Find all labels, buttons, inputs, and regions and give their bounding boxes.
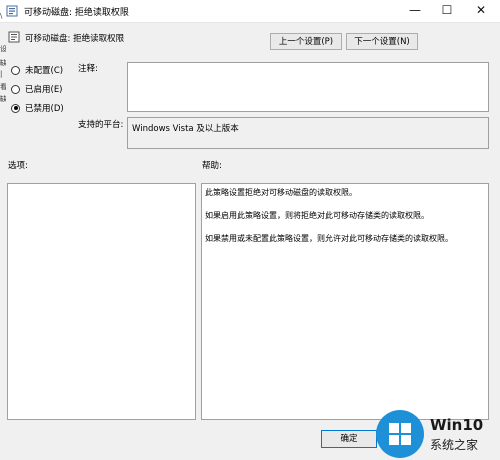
edge-glyph: \	[0, 12, 3, 20]
help-paragraph: 如果启用此策略设置，则将拒绝对此可移动存储类的读取权限。	[205, 211, 429, 220]
comment-textarea[interactable]	[127, 62, 489, 112]
help-label: 帮助:	[202, 161, 222, 171]
radio-label: 已禁用(D)	[25, 104, 64, 114]
radio-disabled[interactable]: 已禁用(D)	[11, 101, 64, 115]
watermark-subtitle: 系统之家	[430, 438, 479, 452]
maximize-button[interactable]: ☐	[430, 0, 464, 22]
edge-glyph: 看	[0, 83, 6, 91]
win10-watermark: Win10 系统之家	[372, 408, 500, 460]
prev-setting-button[interactable]: 上一个设置(P)	[270, 33, 342, 50]
watermark-brand: Win10	[430, 416, 484, 434]
radio-label: 未配置(C)	[25, 66, 64, 76]
help-paragraph: 此策略设置拒绝对可移动磁盘的读取权限。	[205, 188, 357, 197]
next-setting-button[interactable]: 下一个设置(N)	[346, 33, 418, 50]
edge-glyph: 设	[0, 45, 6, 53]
options-panel	[7, 183, 196, 420]
platform-label: 支持的平台:	[78, 120, 124, 130]
radio-circle[interactable]	[11, 65, 20, 75]
policy-name: 可移动磁盘: 拒绝读取权限	[25, 34, 125, 44]
comment-label: 注释:	[78, 64, 98, 74]
radio-circle[interactable]	[11, 103, 20, 113]
edge-glyph: 缺	[0, 95, 6, 103]
ok-button[interactable]: 确定	[321, 430, 377, 448]
help-panel: 此策略设置拒绝对可移动磁盘的读取权限。 如果启用此策略设置，则将拒绝对此可移动存…	[201, 183, 489, 420]
help-paragraph: 如果禁用或未配置此策略设置，则允许对此可移动存储类的读取权限。	[205, 234, 453, 243]
radio-circle[interactable]	[11, 84, 20, 94]
policy-app-icon	[6, 5, 18, 17]
radio-enabled[interactable]: 已启用(E)	[11, 82, 63, 96]
options-label: 选项:	[8, 161, 28, 171]
platform-value: Windows Vista 及以上版本	[127, 117, 489, 149]
windows-logo-icon	[376, 410, 424, 458]
minimize-button[interactable]: —	[398, 0, 432, 22]
policy-setting-icon	[8, 31, 20, 43]
edge-glyph: |	[0, 70, 3, 78]
radio-label: 已启用(E)	[25, 85, 63, 95]
radio-not-configured[interactable]: 未配置(C)	[11, 63, 63, 77]
edge-glyph: 缺	[0, 59, 6, 67]
close-button[interactable]: ✕	[464, 0, 498, 22]
window-title: 可移动磁盘: 拒绝读取权限	[24, 8, 129, 18]
